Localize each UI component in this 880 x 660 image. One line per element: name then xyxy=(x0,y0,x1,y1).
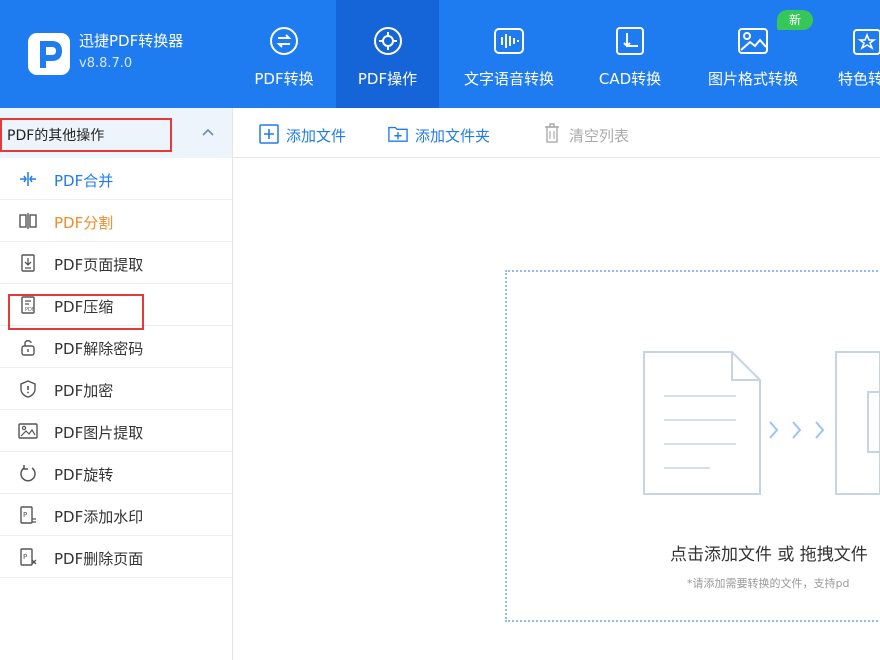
top-bar: 迅捷PDF转换器 v8.8.7.0 PDF转换 PDF操作 文字语音转换 CAD… xyxy=(0,0,880,108)
image-icon xyxy=(738,28,768,54)
tab-text-speech[interactable]: 文字语音转换 xyxy=(452,0,566,108)
add-file-label: 添加文件 xyxy=(286,127,347,145)
add-file-icon xyxy=(259,124,279,144)
add-folder-icon xyxy=(388,126,408,142)
trash-icon xyxy=(545,123,559,143)
app-window: 迅捷PDF转换器 v8.8.7.0 PDF转换 PDF操作 文字语音转换 CAD… xyxy=(0,0,880,660)
pdf-logo-icon xyxy=(40,41,62,68)
sidebar-item-rotate[interactable]: PDF旋转 xyxy=(0,452,232,494)
annotation-box-compress xyxy=(8,294,144,330)
sidebar-item-label: PDF合并 xyxy=(54,172,114,190)
shield-icon xyxy=(20,380,36,398)
app-title: 迅捷PDF转换器 xyxy=(79,32,184,50)
cad-frame-icon xyxy=(616,27,644,55)
sidebar-item-page-extract[interactable]: PDF页面提取 xyxy=(0,242,232,284)
drop-instruction: 点击添加文件 或 拖拽文件 xyxy=(670,545,868,565)
add-folder-button[interactable]: 添加文件夹 xyxy=(388,122,513,146)
split-icon xyxy=(19,213,37,229)
add-file-button[interactable]: 添加文件 xyxy=(259,122,359,146)
sidebar-item-split[interactable]: PDF分割 xyxy=(0,200,232,242)
merge-icon xyxy=(20,172,36,186)
sidebar-item-label: PDF旋转 xyxy=(54,466,114,484)
sidebar-item-merge[interactable]: PDF合并 xyxy=(0,158,232,200)
sidebar-item-label: PDF删除页面 xyxy=(54,550,144,568)
tab-label: 文字语音转换 xyxy=(463,70,554,88)
swap-circle-icon xyxy=(270,27,298,55)
sidebar-item-label: PDF图片提取 xyxy=(54,424,144,442)
page-extract-icon xyxy=(21,254,35,272)
app-version: v8.8.7.0 xyxy=(79,56,133,71)
sidebar-item-delete-page[interactable]: P PDF删除页面 xyxy=(0,536,232,578)
tab-cad-convert[interactable]: CAD转换 xyxy=(588,0,672,108)
sidebar-item-watermark[interactable]: P PDF添加水印 xyxy=(0,494,232,536)
clear-list-button[interactable]: 清空列表 xyxy=(542,122,642,146)
tab-label: PDF转换 xyxy=(254,70,314,88)
tab-label: 特色转 xyxy=(838,70,880,88)
tab-label: CAD转换 xyxy=(598,70,662,88)
sidebar-item-label: PDF解除密码 xyxy=(54,340,144,358)
tab-label: 图片格式转换 xyxy=(707,70,798,88)
toolbar: 添加文件 添加文件夹 清空列表 xyxy=(233,108,880,158)
rotate-icon xyxy=(20,465,36,482)
sidebar-item-label: PDF添加水印 xyxy=(54,508,144,526)
tab-pdf-operation[interactable]: PDF操作 xyxy=(336,0,439,108)
chevron-up-icon[interactable] xyxy=(200,125,216,139)
annotation-box-title xyxy=(0,118,172,152)
add-folder-label: 添加文件夹 xyxy=(415,127,491,145)
svg-text:P: P xyxy=(23,511,27,519)
sidebar-item-unlock[interactable]: PDF解除密码 xyxy=(0,326,232,368)
sidebar-item-label: PDF加密 xyxy=(54,382,114,400)
new-badge: 新 xyxy=(777,10,813,30)
sidebar-item-label: PDF分割 xyxy=(54,214,114,232)
gear-circle-icon xyxy=(374,27,402,55)
delete-page-icon: P xyxy=(20,548,37,566)
tab-pdf-convert[interactable]: PDF转换 xyxy=(236,0,332,108)
svg-text:P: P xyxy=(23,553,27,561)
sidebar-item-image-extract[interactable]: PDF图片提取 xyxy=(0,410,232,452)
tab-special-convert[interactable]: 特色转 xyxy=(832,0,880,108)
unlock-icon xyxy=(21,340,35,356)
star-box-icon xyxy=(853,29,880,55)
clear-list-label: 清空列表 xyxy=(569,127,630,145)
waveform-icon xyxy=(494,28,524,54)
sidebar-item-encrypt[interactable]: PDF加密 xyxy=(0,368,232,410)
tab-label: PDF操作 xyxy=(357,70,418,88)
watermark-icon: P xyxy=(20,506,36,524)
document-convert-illustration xyxy=(643,351,880,495)
sidebar: PDF的其他操作 PDF合并 PDF分割 PDF页面提取 PDF PDF压缩 P… xyxy=(0,108,233,660)
sidebar-item-label: PDF页面提取 xyxy=(54,256,144,274)
app-logo xyxy=(28,33,70,75)
drop-hint: *请添加需要转换的文件，支持pd xyxy=(687,577,850,590)
image-extract-icon xyxy=(18,423,38,439)
